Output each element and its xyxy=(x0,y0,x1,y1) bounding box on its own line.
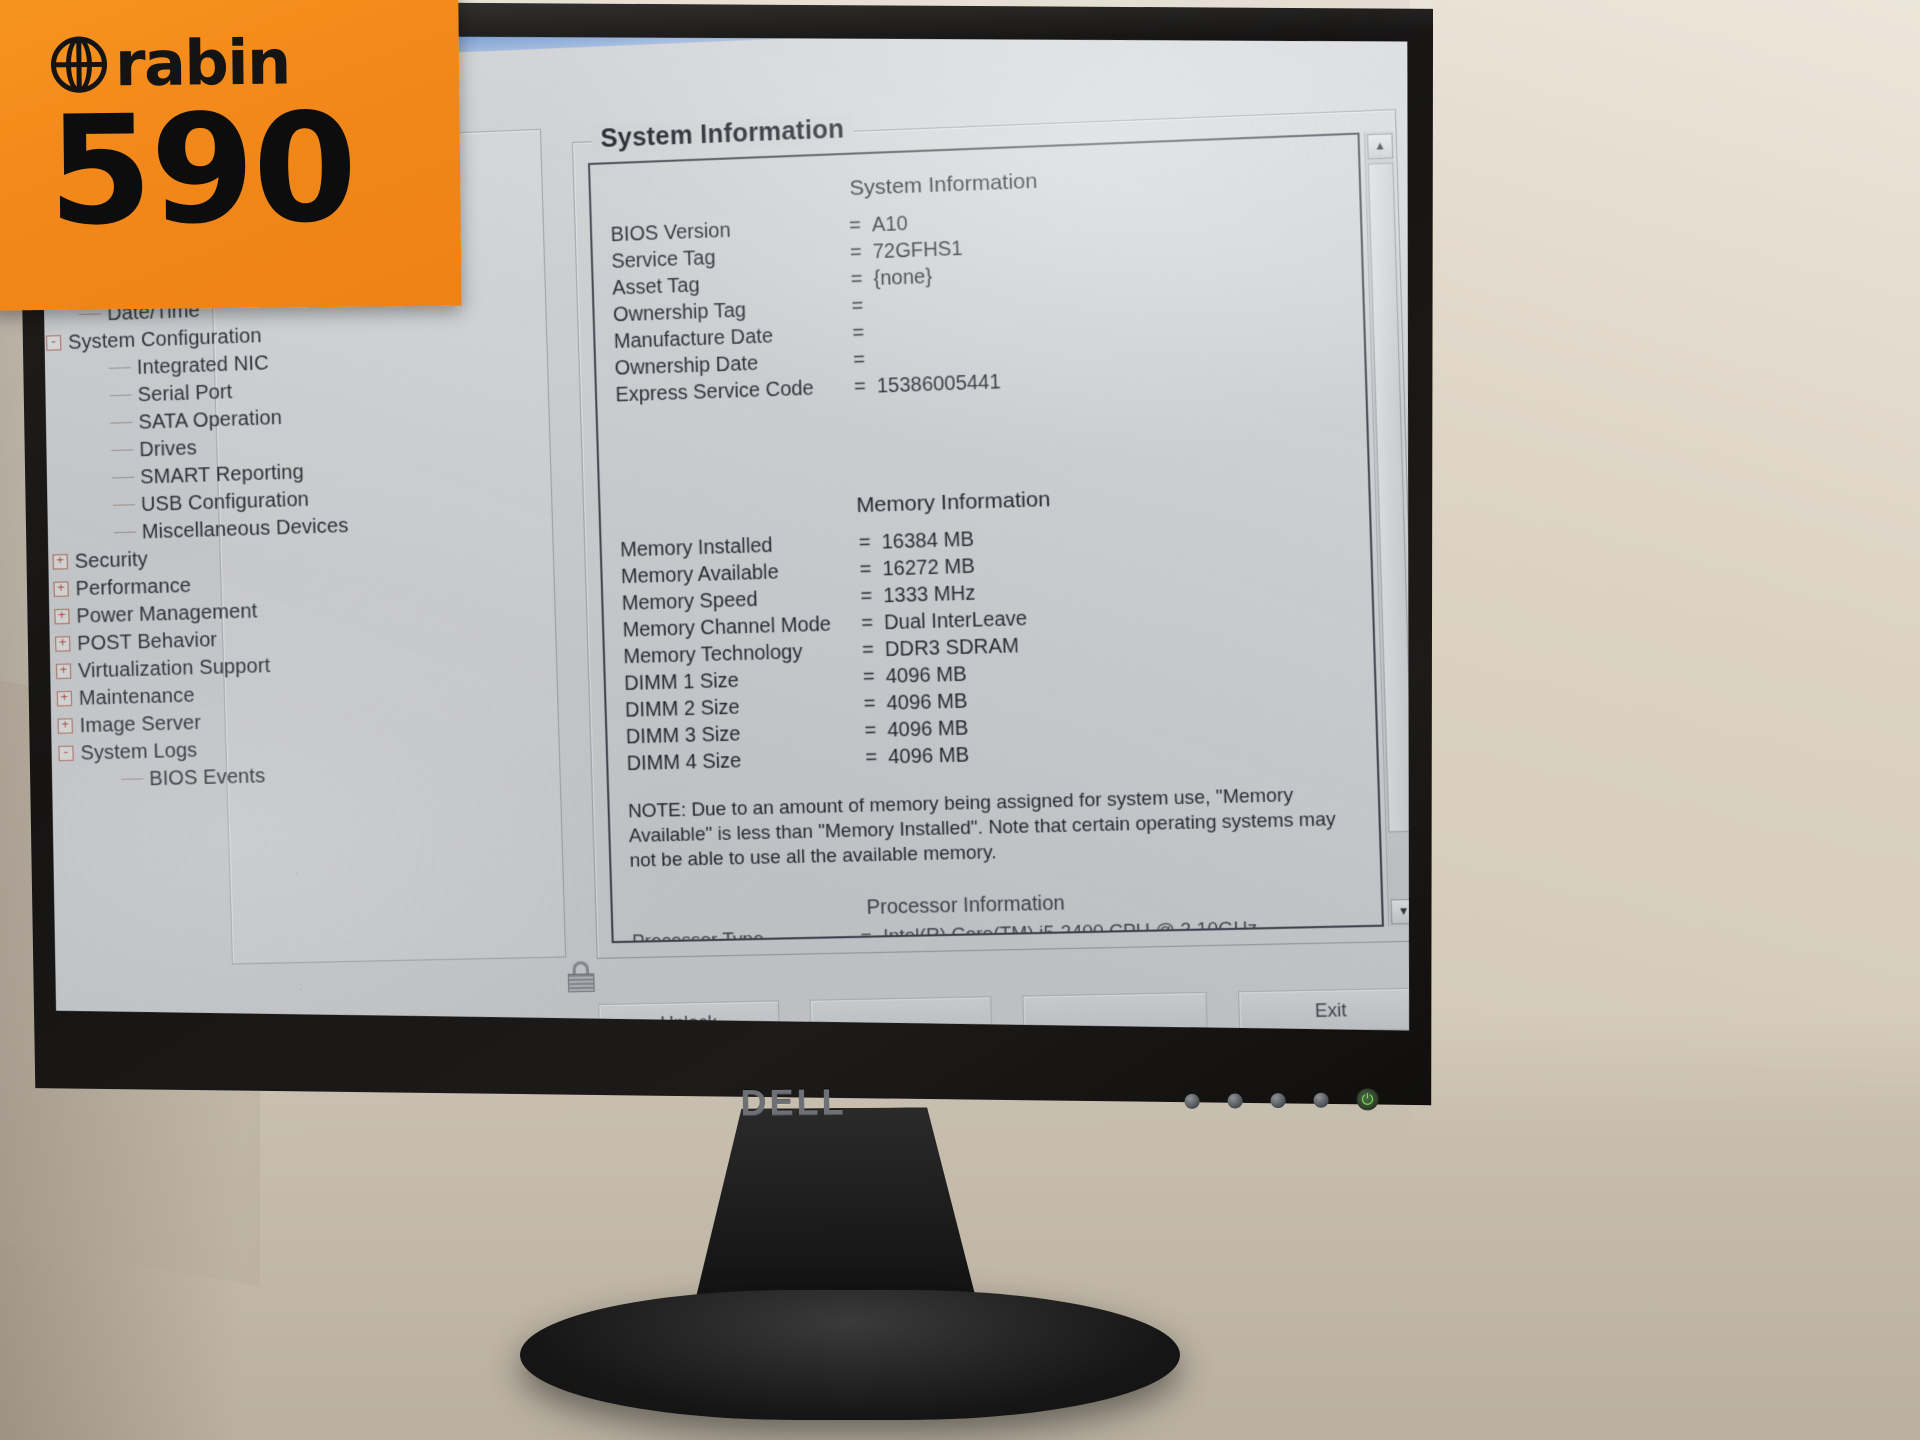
system-information-group: System Information System Information BI… xyxy=(572,109,1416,959)
info-key: Memory Speed xyxy=(621,588,758,616)
info-equals: = xyxy=(860,925,873,944)
power-button[interactable]: ⏻ xyxy=(1356,1088,1379,1111)
info-key: Memory Technology xyxy=(623,641,803,669)
lock-icon xyxy=(567,961,594,992)
tree-item-label: SMART Reporting xyxy=(139,460,305,489)
info-equals: = xyxy=(860,612,874,636)
screenshot-root: Date/Time - System Configuration Integrated… xyxy=(0,0,1920,1440)
info-equals: = xyxy=(860,585,873,609)
expand-icon[interactable]: + xyxy=(56,663,71,679)
info-equals: = xyxy=(849,241,863,265)
info-equals: = xyxy=(865,746,878,770)
menu-button-4[interactable] xyxy=(1313,1092,1329,1108)
tree-item-label: Maintenance xyxy=(78,683,195,710)
expand-icon[interactable]: + xyxy=(55,636,70,652)
info-key: DIMM 1 Size xyxy=(623,669,740,696)
info-value: Intel(R) Core(TM) i5-2400 CPU @ 3.10GHz xyxy=(882,917,1258,944)
menu-button-2[interactable] xyxy=(1227,1092,1243,1109)
expand-icon[interactable]: + xyxy=(57,691,72,707)
info-equals: = xyxy=(863,692,876,716)
info-equals: = xyxy=(852,348,866,372)
tree-item-label: USB Configuration xyxy=(140,487,310,516)
info-equals: = xyxy=(858,531,871,555)
info-row: Core Count=4 xyxy=(633,939,1371,943)
auction-lot-sticker: rabin 590 xyxy=(0,0,462,311)
info-key: Memory Installed xyxy=(619,534,773,562)
expand-icon[interactable]: + xyxy=(53,581,68,597)
monitor-stand-base xyxy=(520,1290,1180,1420)
collapse-icon[interactable]: - xyxy=(58,746,73,762)
info-key: Memory Channel Mode xyxy=(622,613,832,643)
tree-item-label: Image Server xyxy=(79,711,202,737)
info-equals: = xyxy=(862,665,876,689)
info-key: DIMM 2 Size xyxy=(624,696,740,723)
scroll-up-icon[interactable]: ▲ xyxy=(1367,133,1393,159)
info-equals: = xyxy=(850,268,863,292)
memory-info-rows: Memory Installed = 16384 MB Memory Availabl… xyxy=(620,515,1364,778)
tree-connector xyxy=(109,367,131,369)
tree-connector xyxy=(111,449,133,451)
tree-item-label: System Configuration xyxy=(67,324,262,354)
info-equals: = xyxy=(848,214,862,238)
content-body: System Information BIOS Version = A10 Servi… xyxy=(609,146,1374,944)
tree-item-label: Integrated NIC xyxy=(136,351,270,379)
tree-item-label: Virtualization Support xyxy=(77,654,271,683)
info-equals: = xyxy=(853,375,867,399)
tree-item-label: Serial Port xyxy=(137,380,233,406)
tree-connector xyxy=(114,532,136,534)
expand-icon[interactable]: + xyxy=(54,609,69,625)
tree-item-label: Drives xyxy=(138,436,198,461)
exit-button[interactable]: Exit xyxy=(1238,988,1417,1033)
expand-icon[interactable]: + xyxy=(53,554,68,570)
info-value xyxy=(876,344,1351,360)
group-legend: System Information xyxy=(591,114,854,154)
info-key: Memory Available xyxy=(620,561,780,589)
tree-connector xyxy=(113,504,135,506)
info-key: DIMM 4 Size xyxy=(626,749,742,776)
globe-icon xyxy=(50,36,108,93)
collapse-icon[interactable]: - xyxy=(46,335,61,351)
info-equals: = xyxy=(851,295,864,319)
info-key: DIMM 3 Size xyxy=(625,723,741,749)
lock-body xyxy=(568,973,595,992)
tree-connector xyxy=(79,313,101,315)
settings-tree[interactable]: Date/Time - System Configuration Integrated… xyxy=(45,285,533,795)
info-equals: = xyxy=(859,558,872,582)
menu-button-3[interactable] xyxy=(1270,1092,1286,1108)
tree-connector xyxy=(111,422,133,424)
info-equals: = xyxy=(852,321,865,346)
info-equals: = xyxy=(864,719,877,743)
info-value xyxy=(875,317,1350,334)
monitor-controls[interactable]: ⏻ xyxy=(1184,1088,1379,1112)
tree-item-label: Performance xyxy=(75,574,192,600)
monitor-chin: DELL ⏻ xyxy=(40,1060,1421,1164)
dell-logo-text: DELL xyxy=(740,1080,847,1123)
menu-button-1[interactable] xyxy=(1184,1093,1200,1109)
tree-item-label: Security xyxy=(74,547,149,573)
info-equals: = xyxy=(861,639,875,663)
processor-info-block: Processor Information Processor Type = Int… xyxy=(631,887,1374,943)
tree-connector xyxy=(110,394,132,396)
expand-icon[interactable]: + xyxy=(58,718,73,734)
tree-item-label: Miscellaneous Devices xyxy=(141,514,349,544)
info-value xyxy=(874,290,1349,307)
content-scroll-area[interactable]: System Information BIOS Version = A10 Servi… xyxy=(588,133,1384,944)
tree-connector xyxy=(112,477,134,479)
globe-arc xyxy=(65,36,93,93)
info-key: Processor Type xyxy=(631,927,765,944)
system-info-rows: BIOS Version = A10 Service Tag = 72GFHS1 Asset… xyxy=(610,195,1352,410)
tree-item-label: System Logs xyxy=(80,738,198,765)
lot-number: 590 xyxy=(47,81,357,259)
info-value: 4 xyxy=(884,942,1370,943)
tree-item-label: SATA Operation xyxy=(138,406,283,434)
tree-item-label: BIOS Events xyxy=(148,764,266,790)
tree-item-label: POST Behavior xyxy=(76,628,218,655)
tree-item-label: Power Management xyxy=(76,599,258,628)
dell-logo: DELL xyxy=(740,1081,846,1124)
tree-connector xyxy=(121,778,143,780)
